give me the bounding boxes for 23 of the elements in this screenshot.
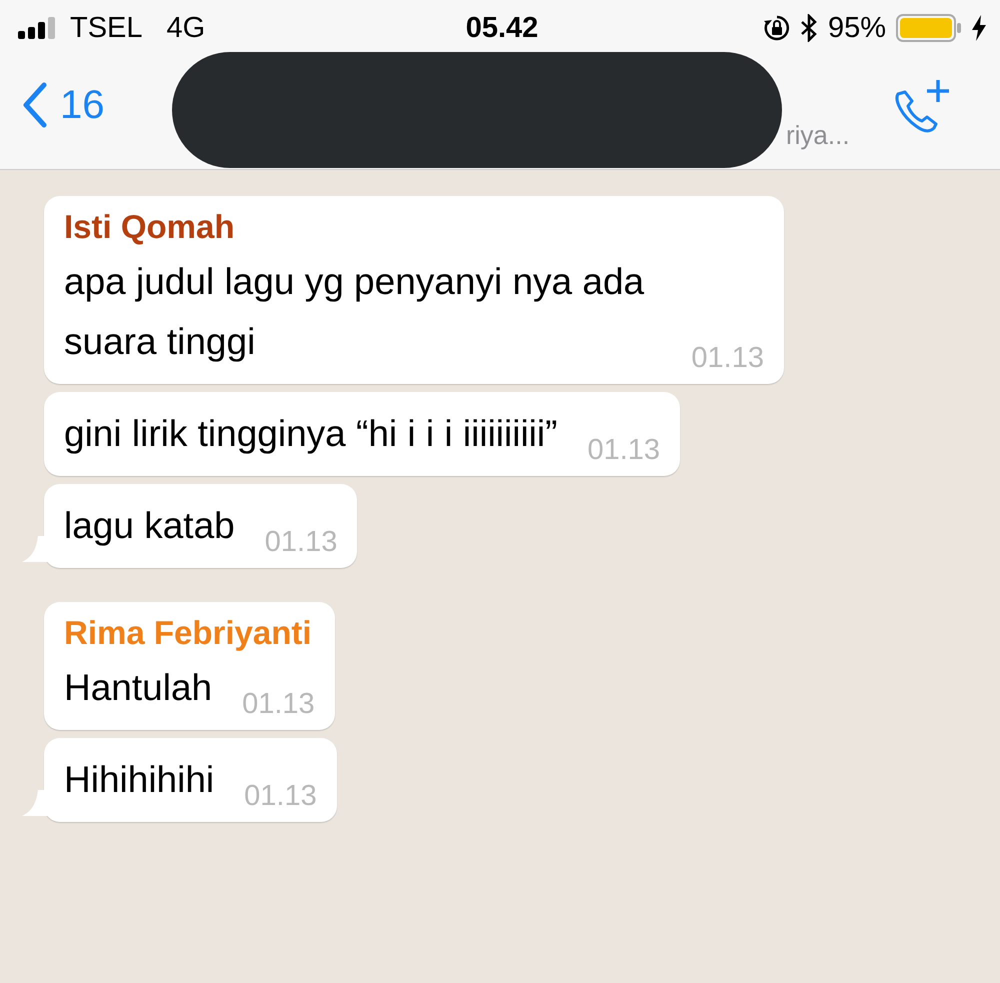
battery-icon — [896, 14, 962, 42]
message-time: 01.13 — [264, 525, 338, 560]
carrier-name: TSEL — [70, 12, 143, 44]
sender-name: Isti Qomah — [64, 208, 236, 246]
message-text: Hantulah — [64, 666, 212, 710]
message-text: lagu katab — [64, 504, 235, 548]
rotation-lock-icon — [764, 15, 790, 41]
battery-percent: 95% — [828, 12, 886, 44]
message-time: 01.13 — [691, 341, 764, 376]
sender-name: Rima Febriyanti — [64, 614, 313, 652]
message-text: apa judul lagu yg penyanyi nya ada suara tinggi — [64, 260, 646, 364]
network-type: 4G — [166, 12, 206, 44]
charging-bolt-icon — [972, 15, 986, 41]
back-button[interactable]: 16 — [22, 82, 104, 128]
message-time: 01.13 — [242, 687, 315, 722]
message-text: Hihihihihi — [64, 758, 214, 802]
clock-time: 05.42 — [466, 12, 538, 44]
message-time: 01.13 — [587, 433, 660, 468]
bluetooth-icon — [800, 14, 818, 42]
chat-subtitle: riya... — [786, 120, 850, 151]
message-time: 01.13 — [244, 779, 317, 814]
message-text: gini lirik tingginya “hi i i i iiiiiiiiii” — [64, 412, 558, 456]
chevron-left-icon — [22, 82, 48, 128]
